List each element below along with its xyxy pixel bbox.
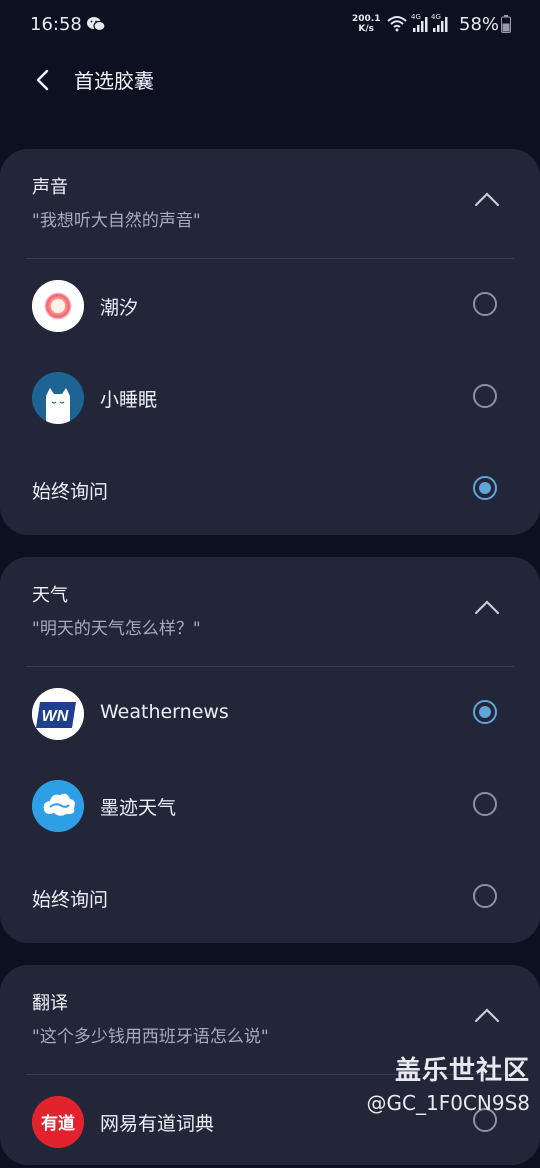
divider — [26, 666, 514, 667]
option-row[interactable]: 小睡眠 — [0, 352, 540, 444]
option-label: 小睡眠 — [100, 389, 158, 411]
wechat-icon — [86, 16, 106, 36]
network-speed: 200.1 K/s — [352, 14, 381, 34]
svg-text:WN: WN — [42, 708, 69, 725]
option-label: 网易有道词典 — [100, 1113, 215, 1135]
divider — [26, 258, 514, 259]
category-card-sound: 声音 "我想听大自然的声音" 潮汐 小睡眠 始终询问 — [0, 149, 540, 535]
option-label: Weathernews — [100, 701, 229, 723]
signal-icon — [432, 15, 448, 37]
weathernews-app-icon: WN — [32, 688, 84, 740]
sleep-app-icon — [32, 372, 84, 424]
option-label: 墨迹天气 — [100, 797, 177, 819]
status-time: 16:58 — [30, 14, 82, 35]
back-arrow-icon[interactable] — [30, 66, 58, 94]
category-name: 天气 — [32, 585, 68, 606]
category-header[interactable]: 声音 "我想听大自然的声音" — [0, 149, 540, 257]
option-row[interactable]: 始终询问 — [0, 444, 540, 536]
option-row[interactable]: WN Weathernews — [0, 668, 540, 760]
radio-button[interactable] — [473, 384, 497, 408]
option-label: 始终询问 — [32, 889, 109, 911]
radio-button[interactable] — [473, 792, 497, 816]
signal-icon — [412, 15, 428, 37]
category-example: "我想听大自然的声音" — [32, 211, 201, 231]
battery-icon — [501, 15, 511, 37]
radio-button-selected[interactable] — [473, 476, 497, 500]
category-name: 翻译 — [32, 993, 68, 1014]
category-header[interactable]: 天气 "明天的天气怎么样？" — [0, 557, 540, 665]
option-label: 潮汐 — [100, 297, 139, 319]
watermark-line2: @GC_1F0CN9S8 — [366, 1091, 531, 1115]
wifi-icon — [386, 14, 408, 36]
chevron-up-icon[interactable] — [474, 1007, 500, 1027]
option-row[interactable]: 墨迹天气 — [0, 760, 540, 852]
app-header: 首选胶囊 — [0, 52, 540, 108]
chevron-up-icon[interactable] — [474, 599, 500, 619]
moji-weather-app-icon — [32, 780, 84, 832]
chevron-up-icon[interactable] — [474, 191, 500, 211]
watermark-line1: 盖乐世社区 — [394, 1056, 530, 1086]
category-card-weather: 天气 "明天的天气怎么样？" WN Weathernews 墨迹天气 始终询问 — [0, 557, 540, 943]
status-bar: 16:58 200.1 K/s 4G 4G 58% — [0, 0, 540, 50]
category-name: 声音 — [32, 177, 68, 198]
radio-button[interactable] — [473, 884, 497, 908]
svg-text:有道: 有道 — [41, 1113, 75, 1134]
watermark: 盖乐世社区 @GC_1F0CN9S8 — [360, 1050, 531, 1115]
tide-app-icon — [32, 280, 84, 332]
youdao-app-icon: 有道 — [32, 1096, 84, 1148]
radio-button[interactable] — [473, 292, 497, 316]
option-row[interactable]: 潮汐 — [0, 260, 540, 352]
category-example: "明天的天气怎么样？" — [32, 619, 201, 639]
battery-percent: 58% — [459, 14, 500, 35]
radio-button-selected[interactable] — [473, 700, 497, 724]
option-label: 始终询问 — [32, 481, 109, 503]
category-example: "这个多少钱用西班牙语怎么说" — [32, 1027, 269, 1047]
page-title: 首选胶囊 — [74, 69, 154, 93]
option-row[interactable]: 始终询问 — [0, 852, 540, 944]
